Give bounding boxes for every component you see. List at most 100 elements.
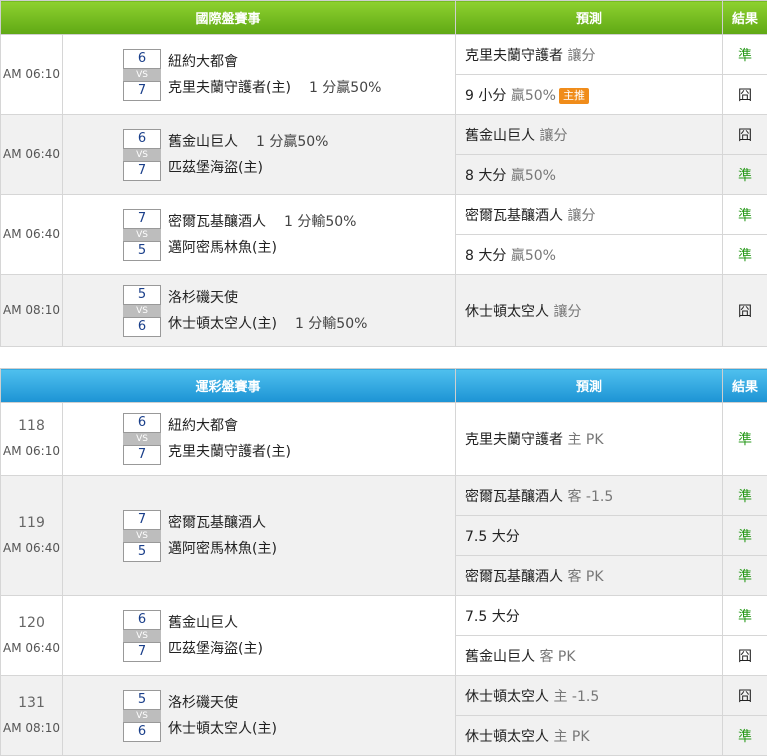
prediction-detail: 客 -1.5 — [567, 488, 614, 505]
scoreboard: 6 VS 7 — [123, 128, 161, 181]
match-time-cell: AM 06:40 — [0, 114, 63, 195]
prediction-detail: 讓分 — [553, 303, 582, 320]
away-team: 密爾瓦基釀酒人 — [168, 510, 448, 536]
intl-result-header: 結果 — [722, 0, 767, 35]
away-team: 洛杉磯天使 — [168, 690, 448, 716]
game-number: 120 — [18, 614, 45, 631]
match-cell: 6 VS 7 舊金山巨人 1 分贏50% 匹茲堡海盜(主) — [61, 114, 457, 195]
prediction-cell: 休士頓太空人 讓分 — [455, 274, 724, 347]
result-cell: 準 — [722, 555, 767, 596]
away-score: 6 — [123, 48, 161, 69]
away-score: 7 — [123, 509, 161, 530]
prediction-detail: 主 PK — [553, 728, 590, 745]
prediction-pick: 密爾瓦基釀酒人 — [465, 488, 564, 505]
vs-label: VS — [123, 68, 161, 81]
prediction-cell: 休士頓太空人 主 -1.5 — [455, 675, 724, 716]
prediction-cell: 8 大分 贏50% — [455, 154, 724, 195]
away-team-name: 洛杉磯天使 — [168, 289, 238, 306]
prediction-detail: 贏50% — [510, 247, 556, 264]
teams: 洛杉磯天使 休士頓太空人(主) 1 分輸50% — [168, 285, 448, 337]
game-row: 118 AM 06:10 6 VS 7 紐約大都會 克里夫蘭守護者(主) 克里夫蘭守護者 主 … — [0, 402, 767, 476]
home-score: 6 — [123, 721, 161, 742]
lottery-match-header: 運彩盤賽事 — [0, 368, 457, 403]
prediction-pick: 9 小分 — [465, 87, 507, 104]
match-time: AM 06:10 — [3, 444, 60, 458]
intl-odds-table: 國際盤賽事 預測 結果 AM 06:10 6 VS 7 紐約大都會 克里夫蘭守護者(主) 1… — [0, 0, 767, 347]
game-row: AM 08:10 5 VS 6 洛杉磯天使 休士頓太空人(主) 1 分輸50% 休士頓太空人 … — [0, 274, 767, 347]
result-cell: 準 — [722, 194, 767, 235]
home-team-name: 匹茲堡海盜(主) — [168, 159, 263, 176]
result-cell: 囧 — [722, 74, 767, 115]
scoreboard: 6 VS 7 — [123, 609, 161, 662]
home-team: 邁阿密馬林魚(主) — [168, 536, 448, 562]
match-time: AM 08:10 — [3, 720, 60, 735]
match-time: AM 06:40 — [3, 540, 60, 555]
prediction-pick: 舊金山巨人 — [465, 648, 536, 665]
match-time-cell: 120 AM 06:40 — [0, 595, 63, 676]
game-row: 119 AM 06:40 7 VS 5 密爾瓦基釀酒人 邁阿密馬林魚(主) 密爾瓦基釀酒人 客… — [0, 475, 767, 596]
scoreboard: 5 VS 6 — [123, 284, 161, 337]
home-team-name: 邁阿密馬林魚(主) — [168, 540, 277, 557]
match-cell: 5 VS 6 洛杉磯天使 休士頓太空人(主) 1 分輸50% — [61, 274, 457, 347]
home-team: 克里夫蘭守護者(主) — [168, 439, 448, 465]
result-cell: 準 — [722, 234, 767, 275]
game-row: 120 AM 06:40 6 VS 7 舊金山巨人 匹茲堡海盜(主) 7.5 大分 準 — [0, 595, 767, 676]
game-row: AM 06:40 6 VS 7 舊金山巨人 1 分贏50% 匹茲堡海盜(主) 舊金山巨人 讓分… — [0, 114, 767, 195]
prediction-cell: 舊金山巨人 讓分 — [455, 114, 724, 155]
away-team: 紐約大都會 — [168, 413, 448, 439]
prediction-cell: 克里夫蘭守護者 主 PK — [455, 402, 724, 476]
scoreboard: 7 VS 5 — [123, 208, 161, 261]
vs-label: VS — [123, 629, 161, 642]
prediction-detail: 讓分 — [567, 47, 596, 64]
result-cell: 準 — [722, 515, 767, 556]
prediction-cell: 密爾瓦基釀酒人 讓分 — [455, 194, 724, 235]
away-score: 6 — [123, 128, 161, 149]
match-time-cell: 131 AM 08:10 — [0, 675, 63, 756]
result-cell: 準 — [722, 595, 767, 636]
prediction-pick: 休士頓太空人 — [465, 303, 550, 320]
vs-label: VS — [123, 709, 161, 722]
match-time: AM 06:40 — [3, 227, 60, 241]
vs-label: VS — [123, 228, 161, 241]
prediction-pick: 密爾瓦基釀酒人 — [465, 207, 564, 224]
match-time: AM 06:40 — [3, 640, 60, 655]
prediction-cell: 密爾瓦基釀酒人 客 PK — [455, 555, 724, 596]
teams: 洛杉磯天使休士頓太空人(主) — [168, 690, 448, 742]
lottery-odds-table: 運彩盤賽事 預測 結果 118 AM 06:10 6 VS 7 紐約大都會 克里夫蘭守護者(… — [0, 368, 767, 756]
prediction-cell: 克里夫蘭守護者 讓分 — [455, 34, 724, 75]
teams: 密爾瓦基釀酒人 邁阿密馬林魚(主) — [168, 510, 448, 562]
match-time-cell: AM 06:40 — [0, 194, 63, 275]
away-team: 舊金山巨人 1 分贏50% — [168, 129, 448, 155]
intl-prediction-header: 預測 — [455, 0, 724, 35]
prediction-pick: 8 大分 — [465, 167, 507, 184]
prediction-pick: 休士頓太空人 — [465, 688, 550, 705]
prediction-cell: 7.5 大分 — [455, 515, 724, 556]
match-time: AM 08:10 — [3, 303, 60, 317]
game-row: 131 AM 08:10 5 VS 6 洛杉磯天使 休士頓太空人(主) 休士頓太空人 主 -1… — [0, 675, 767, 756]
away-score: 5 — [123, 689, 161, 710]
prediction-pick: 舊金山巨人 — [465, 127, 536, 144]
result-cell: 準 — [722, 34, 767, 75]
home-team: 邁阿密馬林魚(主) — [168, 235, 448, 261]
teams: 紐約大都會 克里夫蘭守護者(主) 1 分贏50% — [168, 49, 448, 101]
scoreboard: 6 VS 7 — [123, 413, 161, 465]
home-team: 休士頓太空人(主) — [168, 716, 448, 742]
prediction-pick: 7.5 大分 — [465, 528, 520, 545]
prediction-detail: 主 -1.5 — [553, 688, 600, 705]
prediction-detail: 讓分 — [567, 207, 596, 224]
lottery-prediction-header: 預測 — [455, 368, 724, 403]
home-score: 7 — [123, 160, 161, 181]
match-cell: 5 VS 6 洛杉磯天使休士頓太空人(主) — [61, 675, 457, 756]
away-team-name: 密爾瓦基釀酒人 — [168, 514, 266, 531]
away-team-name: 紐約大都會 — [168, 418, 238, 434]
handicap-result: 1 分輸50% — [284, 213, 357, 230]
away-team-name: 洛杉磯天使 — [168, 694, 238, 711]
away-score: 7 — [123, 208, 161, 229]
away-team: 密爾瓦基釀酒人 1 分輸50% — [168, 209, 448, 235]
vs-label: VS — [123, 529, 161, 542]
match-time-cell: AM 08:10 — [0, 274, 63, 347]
away-team-name: 紐約大都會 — [168, 53, 238, 70]
match-time: AM 06:40 — [3, 147, 60, 161]
home-score: 7 — [123, 445, 161, 465]
prediction-detail: 客 PK — [567, 568, 604, 585]
